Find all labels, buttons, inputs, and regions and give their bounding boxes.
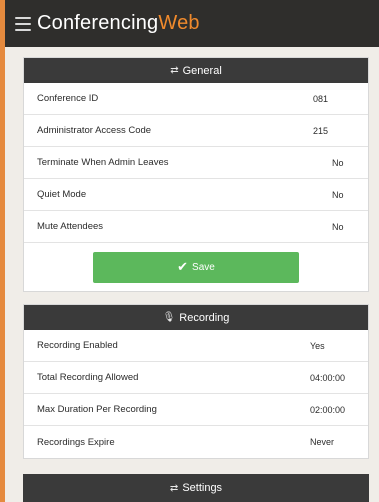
top-navbar: ConferencingWeb: [5, 0, 379, 47]
mute-attendees-label: Mute Attendees: [37, 221, 104, 232]
recording-enabled-label: Recording Enabled: [37, 340, 118, 351]
terminate-admin-leaves-label: Terminate When Admin Leaves: [37, 157, 169, 168]
admin-access-code-label: Administrator Access Code: [37, 125, 152, 136]
recordings-expire-label: Recordings Expire: [37, 436, 115, 448]
general-panel-title: General: [182, 64, 222, 77]
hamburger-menu-icon[interactable]: [15, 16, 31, 31]
recording-enabled-value[interactable]: Yes: [310, 341, 368, 351]
total-recording-allowed-row: Total Recording Allowed 04:00:00: [24, 362, 368, 394]
conference-id-label: Conference ID: [37, 93, 99, 104]
terminate-admin-leaves-row: Terminate When Admin Leaves No: [24, 147, 368, 179]
settings-panel-title: Settings: [182, 482, 223, 494]
save-area: ✔ Save: [24, 243, 368, 291]
conference-id-row: Conference ID 081: [24, 83, 368, 115]
max-duration-row: Max Duration Per Recording 02:00:00: [24, 394, 368, 426]
brand-name-main: Conferencing: [37, 12, 159, 34]
recording-enabled-row: Recording Enabled Yes: [24, 330, 368, 362]
recording-panel: 🎙 Recording Recording Enabled Yes Total …: [23, 304, 369, 459]
save-button-label: Save: [192, 261, 215, 273]
mute-attendees-value[interactable]: No: [332, 222, 368, 232]
admin-access-code-row: Administrator Access Code 215: [24, 115, 368, 147]
terminate-admin-leaves-value[interactable]: No: [332, 158, 368, 168]
settings-panel-header[interactable]: ⇄ Settings: [23, 474, 369, 502]
sliders-icon: ⇄: [169, 482, 179, 494]
app-logo[interactable]: ConferencingWeb: [37, 12, 200, 35]
app-frame: ConferencingWeb ⇄ General Conference ID …: [0, 0, 379, 502]
recording-panel-header[interactable]: 🎙 Recording: [24, 305, 368, 330]
max-duration-label: Max Duration Per Recording: [37, 404, 157, 415]
mute-attendees-row: Mute Attendees No: [24, 211, 368, 243]
admin-access-code-value[interactable]: 215: [313, 126, 368, 136]
checkmark-icon: ✔: [177, 259, 189, 274]
general-panel: ⇄ General Conference ID 081 Administrato…: [23, 57, 369, 292]
recordings-expire-value[interactable]: Never: [310, 437, 368, 447]
sliders-icon: ⇄: [170, 65, 179, 76]
total-recording-allowed-label: Total Recording Allowed: [37, 372, 139, 383]
quiet-mode-row: Quiet Mode No: [24, 179, 368, 211]
recordings-expire-row: Recordings Expire Never: [24, 426, 368, 458]
quiet-mode-value[interactable]: No: [332, 190, 368, 200]
microphone-icon: 🎙: [162, 312, 176, 323]
brand-name-accent: Web: [158, 12, 200, 34]
general-panel-header[interactable]: ⇄ General: [24, 58, 368, 83]
conference-id-value[interactable]: 081: [313, 94, 368, 104]
recording-panel-title: Recording: [179, 311, 230, 324]
save-button[interactable]: ✔ Save: [93, 251, 299, 283]
quiet-mode-label: Quiet Mode: [37, 189, 87, 200]
total-recording-allowed-value[interactable]: 04:00:00: [310, 373, 368, 383]
max-duration-value[interactable]: 02:00:00: [310, 405, 368, 415]
